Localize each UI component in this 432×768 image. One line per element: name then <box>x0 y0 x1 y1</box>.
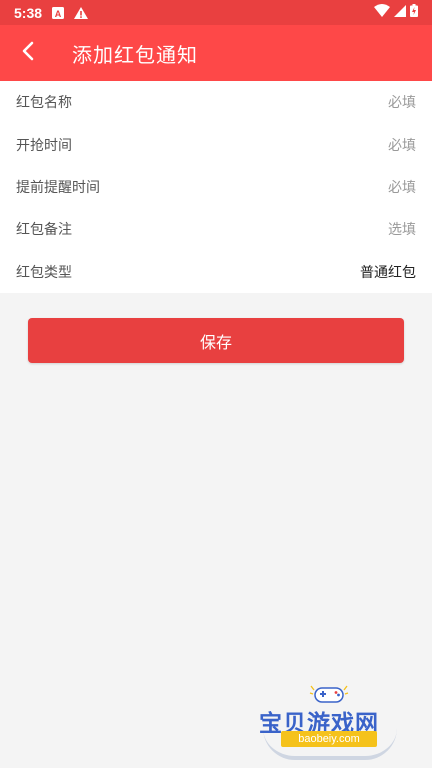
notification-a-icon: A <box>52 6 65 19</box>
signal-icon <box>394 4 406 21</box>
field-remark[interactable]: 红包备注 选填 <box>0 208 432 250</box>
field-reminder-time[interactable]: 提前提醒时间 必填 <box>0 166 432 208</box>
field-red-packet-name[interactable]: 红包名称 必填 <box>0 81 432 123</box>
page-title: 添加红包通知 <box>72 42 198 67</box>
wifi-icon <box>374 4 390 21</box>
app-bar: 添加红包通知 <box>0 25 432 81</box>
form-list: 红包名称 必填 开抢时间 必填 提前提醒时间 必填 红包备注 选填 红包类型 普… <box>0 81 432 293</box>
status-bar: 5:38 A <box>0 0 432 25</box>
field-label: 开抢时间 <box>16 137 72 154</box>
watermark-logo: 宝贝游戏网 baobeiy.com <box>255 684 405 764</box>
back-button[interactable] <box>0 25 56 81</box>
svg-text:A: A <box>55 9 62 19</box>
field-value[interactable]: 必填 <box>388 135 416 155</box>
status-time: 5:38 <box>14 4 43 21</box>
field-start-time[interactable]: 开抢时间 必填 <box>0 123 432 165</box>
field-red-packet-type[interactable]: 红包类型 普通红包 <box>0 251 432 293</box>
field-label: 红包备注 <box>16 222 72 239</box>
watermark-domain: baobeiy.com <box>281 731 377 747</box>
field-label: 提前提醒时间 <box>16 179 100 196</box>
chevron-left-icon <box>21 41 35 65</box>
field-value[interactable]: 普通红包 <box>360 262 416 282</box>
field-label: 红包类型 <box>16 264 72 281</box>
field-value[interactable]: 必填 <box>388 177 416 197</box>
field-value[interactable]: 必填 <box>388 92 416 112</box>
field-label: 红包名称 <box>16 95 72 112</box>
warning-icon <box>74 6 89 19</box>
save-button[interactable]: 保存 <box>28 318 404 363</box>
battery-icon <box>410 4 418 21</box>
field-value[interactable]: 选填 <box>388 219 416 239</box>
